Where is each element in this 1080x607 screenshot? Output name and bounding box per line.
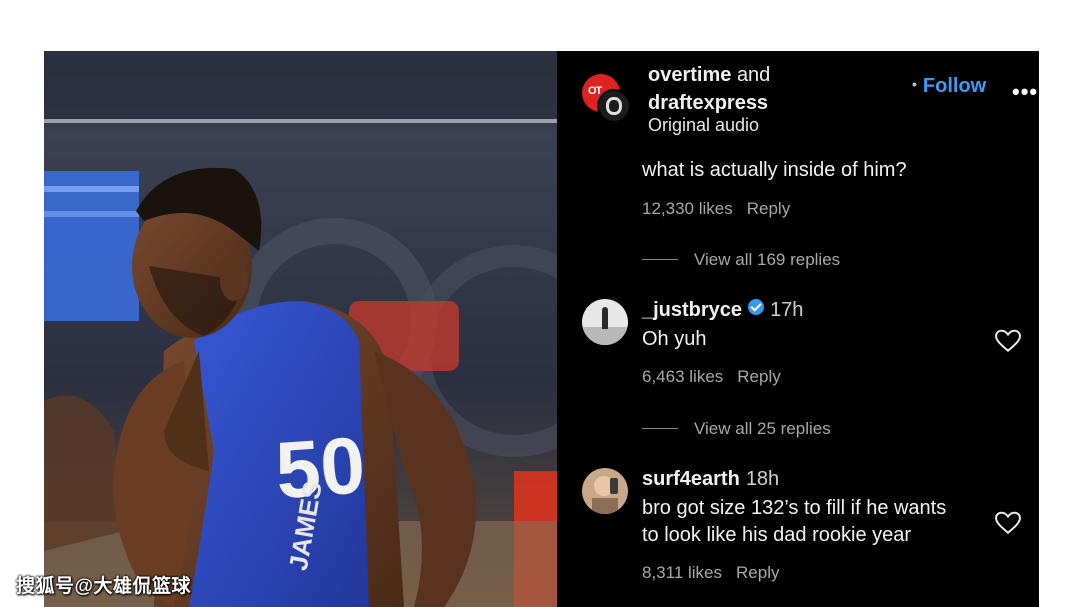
player-illustration: 50 JAMES bbox=[44, 51, 557, 607]
comment-1-text: what is actually inside of him? bbox=[642, 159, 907, 181]
comment-1-reply-button[interactable]: Reply bbox=[747, 199, 790, 218]
comment-3-text-line1: bro got size 132’s to fill if he wants bbox=[642, 497, 947, 519]
like-heart-icon[interactable] bbox=[995, 511, 1021, 535]
comment-2-likes[interactable]: 6,463 likes bbox=[642, 367, 723, 386]
verified-badge-icon bbox=[748, 299, 765, 315]
comment-3-username[interactable]: surf4earth bbox=[642, 468, 740, 490]
avatar-surf4earth[interactable] bbox=[582, 468, 628, 514]
video-frame[interactable]: 50 JAMES bbox=[44, 51, 557, 607]
comment-2-view-replies[interactable]: View all 25 replies bbox=[642, 419, 831, 439]
comment-2-username[interactable]: _justbryce bbox=[642, 299, 742, 321]
comment-3-meta: 8,311 likes Reply bbox=[642, 563, 779, 583]
comment-3-likes[interactable]: 8,311 likes bbox=[642, 563, 722, 582]
comment-3-header: surf4earth 18h bbox=[642, 468, 779, 491]
dot-separator-icon: • bbox=[912, 76, 917, 92]
comments-panel: OT overtime and draftexpress Original au… bbox=[557, 51, 1039, 607]
comment-1-view-replies-label: View all 169 replies bbox=[694, 250, 841, 269]
comment-3-time: 18h bbox=[745, 468, 780, 490]
comment-2-text: Oh yuh bbox=[642, 328, 707, 350]
comment-2-time: 17h bbox=[770, 299, 804, 321]
comment-2-view-replies-label: View all 25 replies bbox=[694, 419, 831, 438]
comment-2-meta: 6,463 likes Reply bbox=[642, 367, 781, 387]
replies-line bbox=[642, 428, 678, 429]
account-name-draftexpress[interactable]: draftexpress bbox=[648, 92, 768, 114]
comment-3-text-line2: to look like his dad rookie year bbox=[642, 524, 912, 546]
comment-1-likes[interactable]: 12,330 likes bbox=[642, 199, 733, 218]
comment-2-reply-button[interactable]: Reply bbox=[737, 367, 780, 386]
comment-3-reply-button[interactable]: Reply bbox=[736, 563, 779, 582]
avatar-justbryce[interactable] bbox=[582, 299, 628, 345]
post-authors[interactable]: overtime and draftexpress bbox=[648, 61, 770, 117]
account-avatar[interactable]: OT bbox=[582, 74, 631, 123]
watermark: 搜狐号@大雄侃篮球 bbox=[16, 576, 192, 597]
draftexpress-logo bbox=[597, 89, 631, 123]
more-options-icon[interactable]: ••• bbox=[1012, 79, 1038, 105]
follow-button[interactable]: • Follow bbox=[912, 75, 986, 98]
comment-2-header: _justbryce 17h bbox=[642, 299, 803, 322]
like-heart-icon[interactable] bbox=[995, 329, 1021, 353]
replies-line bbox=[642, 259, 678, 260]
follow-label: Follow bbox=[922, 75, 987, 97]
comment-1-meta: 12,330 likes Reply bbox=[642, 199, 790, 219]
joiner-text: and bbox=[736, 64, 771, 86]
audio-label[interactable]: Original audio bbox=[648, 115, 759, 136]
account-name-overtime[interactable]: overtime bbox=[648, 64, 731, 86]
comment-1-view-replies[interactable]: View all 169 replies bbox=[642, 250, 840, 270]
